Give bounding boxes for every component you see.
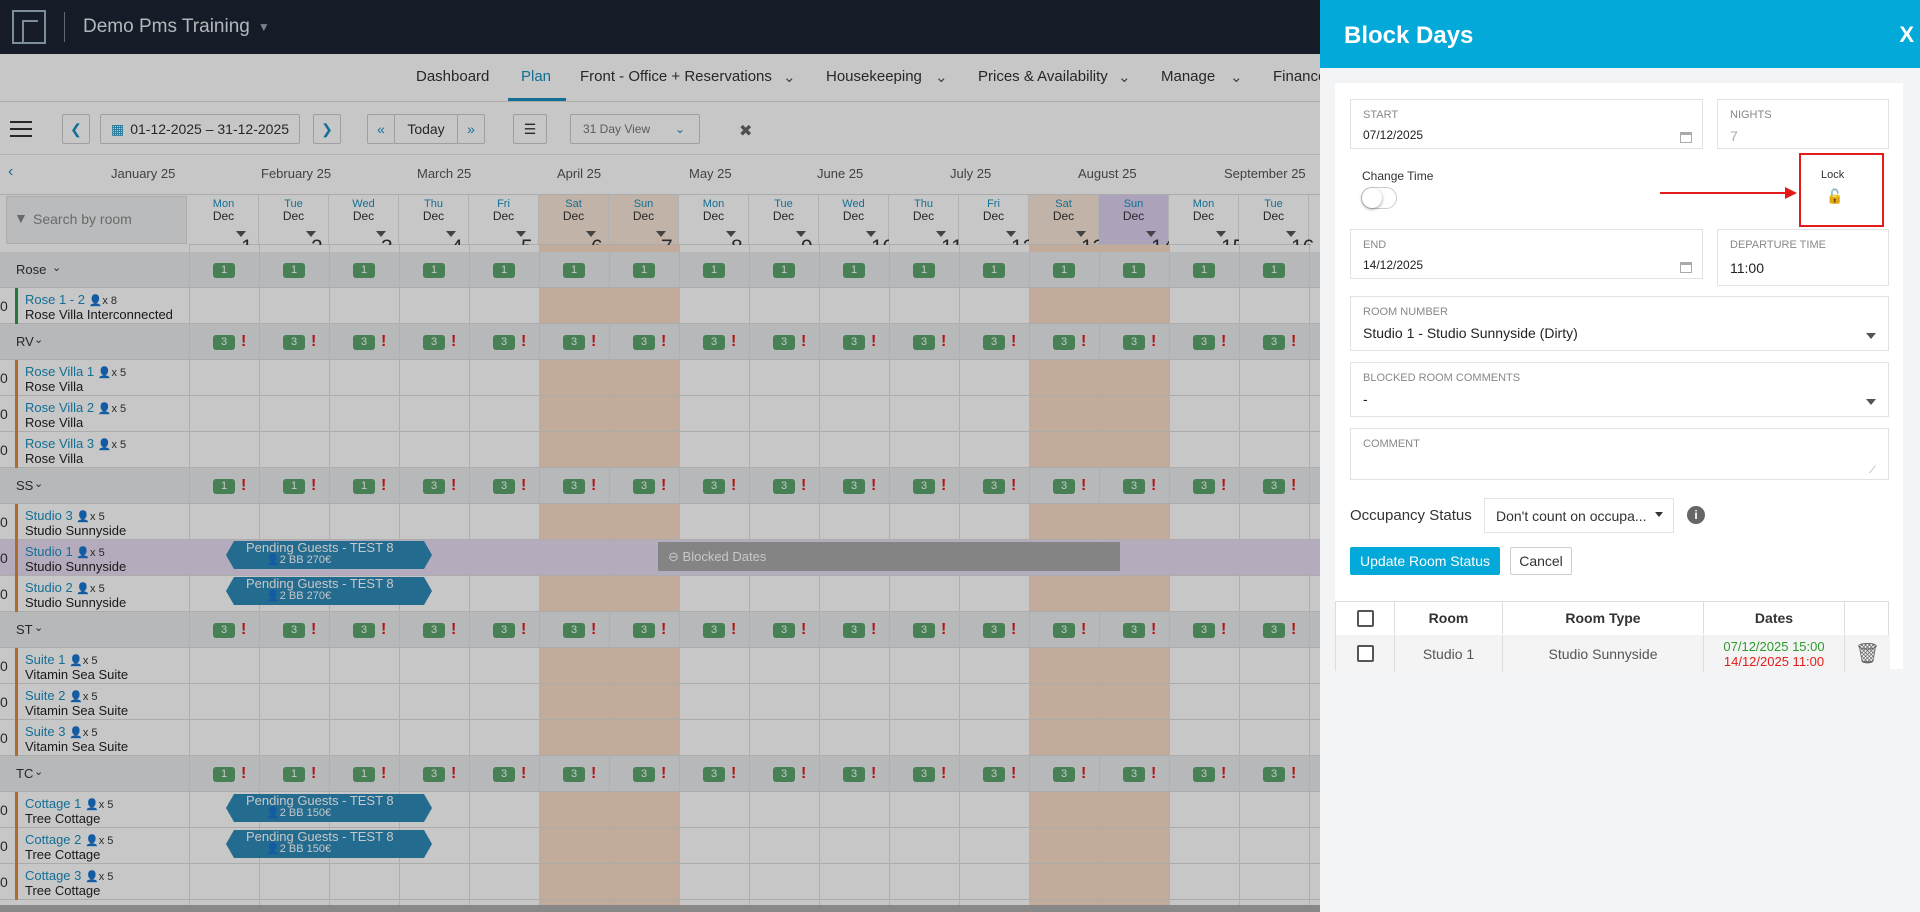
start-date-field[interactable]: START 07/12/2025 [1350, 99, 1703, 149]
departure-label: DEPARTURE TIME [1730, 239, 1826, 251]
start-label: START [1363, 109, 1399, 121]
panel-title: Block Days [1344, 22, 1474, 49]
blocked-comments-value: - [1363, 391, 1368, 407]
room-number-select[interactable]: ROOM NUMBER Studio 1 - Studio Sunnyside … [1350, 296, 1889, 351]
modal-backdrop[interactable] [0, 0, 1320, 912]
nights-value: 7 [1730, 128, 1738, 144]
annotation-arrow [1660, 192, 1790, 194]
departure-time-field[interactable]: DEPARTURE TIME 11:00 [1717, 229, 1889, 286]
table-cell-room-type: Studio Sunnyside [1503, 635, 1704, 672]
row-checkbox[interactable] [1356, 645, 1374, 662]
column-header: Dates [1704, 602, 1845, 634]
trash-icon[interactable]: 🗑 [1845, 635, 1890, 672]
info-icon[interactable]: i [1687, 506, 1705, 524]
unlock-icon[interactable]: 🔓 [1826, 188, 1843, 205]
room-number-value: Studio 1 - Studio Sunnyside (Dirty) [1363, 325, 1578, 341]
change-time-label: Change Time [1362, 169, 1434, 183]
lock-label: Lock [1821, 169, 1845, 181]
select-all-checkbox[interactable] [1356, 609, 1374, 627]
start-value: 07/12/2025 [1363, 128, 1424, 142]
departure-value: 11:00 [1730, 260, 1764, 276]
nights-field: NIGHTS 7 [1717, 99, 1889, 149]
occupancy-value: Don't count on occupa... [1496, 508, 1647, 524]
select-all-cell [1336, 602, 1395, 634]
calendar-icon[interactable] [1680, 262, 1692, 273]
column-header: Room [1395, 602, 1503, 634]
calendar-icon[interactable] [1680, 132, 1692, 143]
resize-handle-icon[interactable]: ⟋ [1869, 465, 1876, 476]
update-room-status-button[interactable]: Update Room Status [1350, 547, 1500, 575]
chevron-down-icon [1866, 399, 1876, 405]
blocked-comments-select[interactable]: BLOCKED ROOM COMMENTS - [1350, 362, 1889, 417]
occupancy-label: Occupancy Status [1350, 507, 1472, 524]
date-start: 07/12/2025 15:00 [1723, 638, 1825, 654]
chevron-down-icon [1655, 512, 1663, 517]
table-cell-dates: 07/12/2025 15:00 14/12/2025 11:00 [1704, 635, 1845, 672]
column-header: Room Type [1503, 602, 1704, 634]
cancel-button[interactable]: Cancel [1510, 547, 1572, 575]
row-select-cell [1336, 635, 1395, 672]
table-cell-room: Studio 1 [1395, 635, 1503, 672]
nights-label: NIGHTS [1730, 109, 1772, 121]
date-end: 14/12/2025 11:00 [1723, 653, 1825, 669]
comment-label: COMMENT [1363, 438, 1420, 450]
panel-header: Block Days X [1320, 0, 1920, 68]
comment-textarea[interactable]: COMMENT ⟋ [1350, 428, 1889, 480]
close-icon[interactable]: X [1899, 22, 1914, 48]
end-date-field[interactable]: END 14/12/2025 [1350, 229, 1703, 279]
chevron-down-icon [1866, 333, 1876, 339]
room-number-label: ROOM NUMBER [1363, 306, 1448, 318]
end-label: END [1363, 239, 1387, 251]
annotation-arrowhead [1785, 187, 1797, 199]
blocked-rooms-table: Room Room Type Dates Studio 1 Studio Sun… [1335, 601, 1890, 672]
blocked-comments-label: BLOCKED ROOM COMMENTS [1363, 372, 1521, 384]
end-value: 14/12/2025 [1363, 258, 1424, 272]
occupancy-select[interactable]: Don't count on occupa... [1484, 498, 1674, 533]
actions-header [1845, 602, 1890, 634]
change-time-toggle[interactable] [1361, 187, 1397, 209]
horizontal-scrollbar[interactable] [0, 905, 1320, 912]
